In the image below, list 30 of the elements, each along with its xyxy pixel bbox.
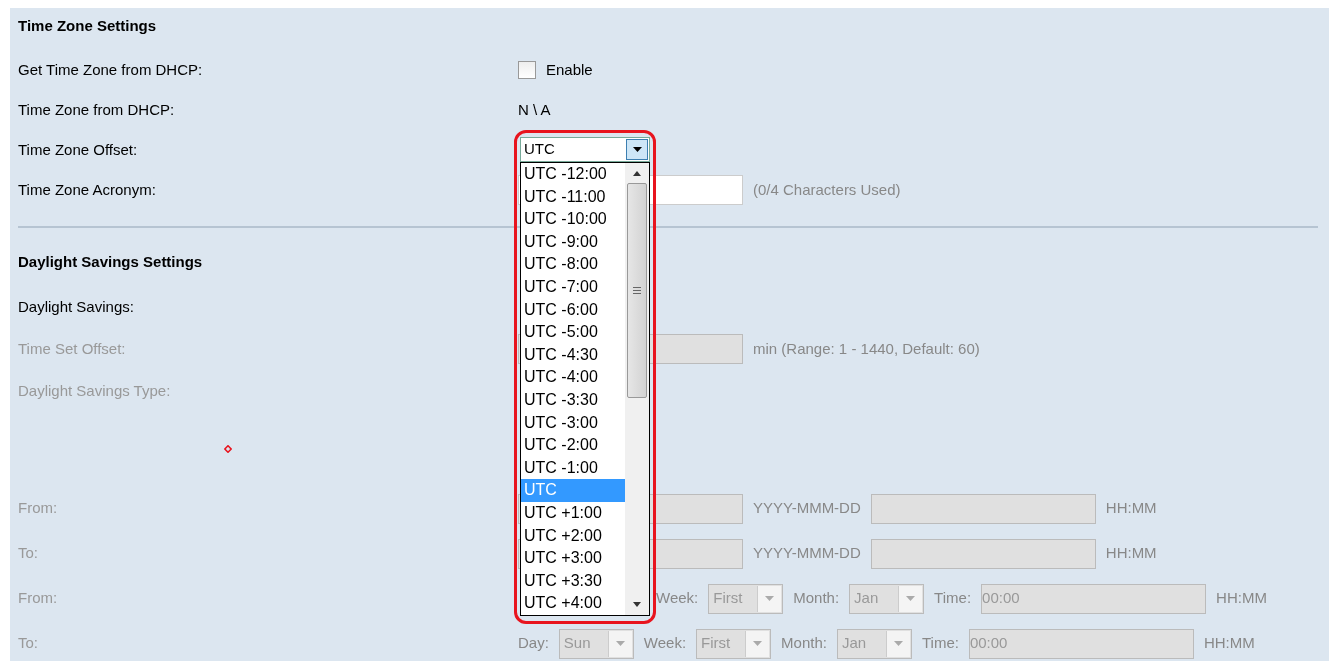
hint-text: (0/4 Characters Used) bbox=[753, 179, 901, 200]
field-label: Daylight Savings: bbox=[18, 296, 135, 317]
field-label: To: bbox=[18, 633, 39, 654]
field-label: Week: bbox=[643, 633, 687, 654]
field-label: Day: bbox=[518, 633, 549, 654]
hint-text: HH:MM bbox=[1105, 543, 1157, 564]
field-label: Time: bbox=[921, 633, 959, 654]
hint-text: YYYY-MMM-DD bbox=[753, 543, 861, 564]
field-label: Daylight Savings Type: bbox=[18, 380, 172, 401]
field-label: Time Set Offset: bbox=[18, 338, 127, 359]
field-label: Time: bbox=[934, 588, 972, 609]
hint-text: YYYY-MMM-DD bbox=[753, 498, 861, 519]
field-label: Month: bbox=[781, 633, 827, 654]
hint-text: HH:MM bbox=[1105, 498, 1157, 519]
field-label: Get Time Zone from DHCP: bbox=[18, 59, 204, 80]
field-label: Time Zone Acronym: bbox=[18, 179, 157, 200]
checkbox-label: Enable bbox=[546, 59, 593, 80]
hint-text: HH:MM bbox=[1203, 633, 1255, 654]
field-label: Week: bbox=[656, 588, 699, 609]
field-label: To: bbox=[18, 543, 39, 564]
hint-text: min (Range: 1 - 1440, Default: 60) bbox=[753, 338, 980, 359]
field-label: Time Zone Offset: bbox=[18, 139, 139, 160]
section-title: Time Zone Settings bbox=[18, 15, 157, 36]
field-label: From: bbox=[18, 498, 59, 519]
field-value: N \ A bbox=[518, 99, 551, 120]
field-label: Time Zone from DHCP: bbox=[18, 99, 176, 120]
field-label: Month: bbox=[793, 588, 840, 609]
hint-text: HH:MM bbox=[1216, 588, 1267, 609]
section-title: Daylight Savings Settings bbox=[18, 251, 203, 272]
field-label: From: bbox=[18, 588, 59, 609]
